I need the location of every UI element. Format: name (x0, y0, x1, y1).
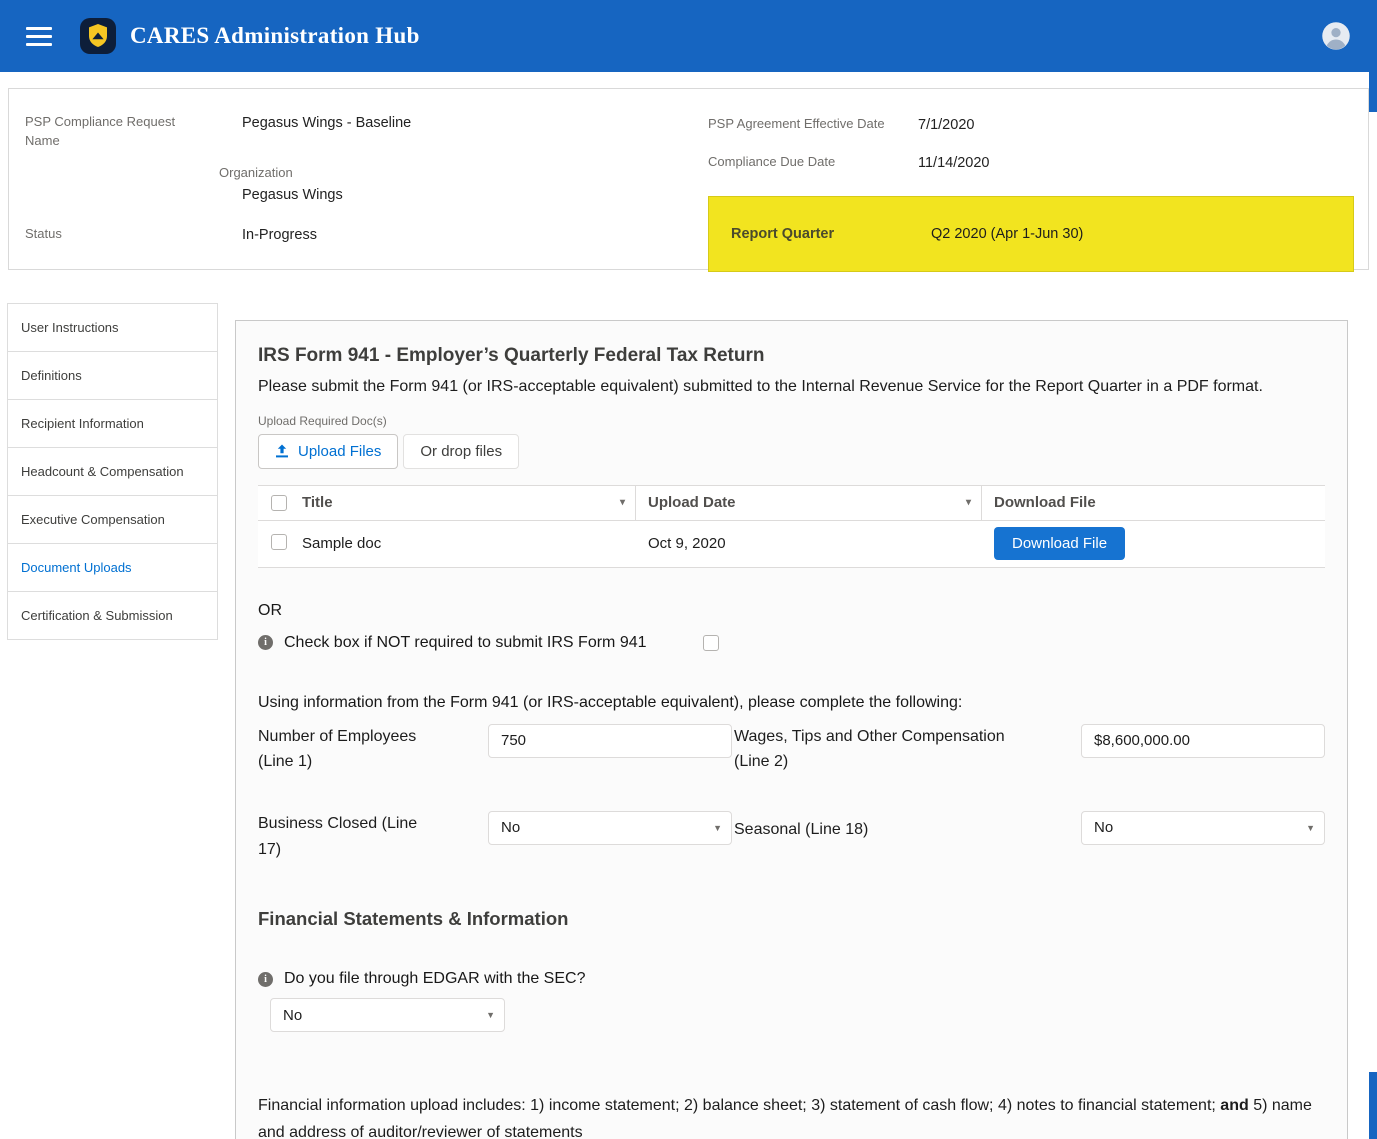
chevron-down-icon[interactable]: ▾ (620, 497, 625, 508)
select-value: No (283, 1007, 302, 1024)
status-label: Status (25, 225, 242, 245)
select-value: No (1094, 819, 1113, 836)
app-title: CARES Administration Hub (130, 23, 420, 49)
user-avatar-button[interactable] (1321, 21, 1351, 51)
seasonal-select[interactable]: No ▼ (1081, 811, 1325, 845)
info-icon[interactable]: i (258, 635, 273, 650)
column-header-download-file: Download File (994, 494, 1096, 511)
complete-following-label: Using information from the Form 941 (or … (258, 694, 1325, 712)
or-label: OR (258, 602, 1325, 620)
form-941-heading: IRS Form 941 - Employer’s Quarterly Fede… (258, 345, 1325, 367)
upload-files-label: Upload Files (298, 443, 381, 460)
table-header-row: Title ▾ Upload Date ▾ Download File (258, 485, 1325, 521)
row-checkbox[interactable] (271, 534, 287, 550)
effective-date-value: 7/1/2020 (918, 115, 974, 135)
due-date-value: 11/14/2020 (918, 153, 990, 173)
not-required-label: Check box if NOT required to submit IRS … (284, 634, 647, 652)
top-navigation-bar: CARES Administration Hub (0, 0, 1377, 72)
organization-value: Pegasus Wings (242, 185, 343, 205)
sidebar-item-label: Headcount & Compensation (21, 464, 184, 479)
hamburger-menu-button[interactable] (26, 27, 52, 46)
uploaded-docs-table: Title ▾ Upload Date ▾ Download File Samp… (258, 485, 1325, 568)
sidebar-item-definitions[interactable]: Definitions (7, 352, 218, 400)
column-header-upload-date: Upload Date (648, 494, 736, 511)
sidebar-item-label: Recipient Information (21, 416, 144, 431)
column-header-title: Title (302, 494, 333, 511)
business-closed-label: Business Closed (Line 17) (258, 811, 433, 862)
scrollbar-thumb[interactable] (1369, 72, 1377, 112)
shield-icon (80, 18, 116, 54)
report-quarter-highlight: Report Quarter Q2 2020 (Apr 1-Jun 30) (708, 196, 1354, 272)
chevron-down-icon[interactable]: ▾ (966, 497, 971, 508)
table-row: Sample doc Oct 9, 2020 Download File (258, 521, 1325, 568)
hamburger-icon (26, 27, 52, 30)
not-required-checkbox[interactable] (703, 635, 719, 651)
doc-title-cell: Sample doc (298, 535, 636, 552)
wages-label: Wages, Tips and Other Compensation (Line… (734, 724, 1024, 775)
app-logo (80, 18, 116, 54)
drop-files-zone[interactable]: Or drop files (403, 434, 519, 469)
sidebar-item-certification-submission[interactable]: Certification & Submission (7, 592, 218, 640)
note-text: Financial information upload includes: 1… (258, 1097, 1220, 1114)
edgar-question-label: Do you file through EDGAR with the SEC? (284, 970, 585, 988)
sidebar-item-headcount-compensation[interactable]: Headcount & Compensation (7, 448, 218, 496)
sidebar-item-label: Certification & Submission (21, 608, 173, 623)
employees-input[interactable] (488, 724, 732, 758)
scrollbar-thumb[interactable] (1369, 1072, 1377, 1139)
note-text-bold: and (1220, 1097, 1248, 1114)
due-date-label: Compliance Due Date (708, 153, 918, 173)
drop-files-label: Or drop files (420, 443, 502, 460)
section-sidebar: User Instructions Definitions Recipient … (7, 303, 218, 640)
seasonal-label: Seasonal (Line 18) (734, 811, 1024, 843)
app-screen: CARES Administration Hub PSP Compliance … (0, 0, 1377, 1139)
employees-label: Number of Employees (Line 1) (258, 724, 433, 775)
request-name-value: Pegasus Wings - Baseline (242, 113, 411, 151)
report-quarter-value: Q2 2020 (Apr 1-Jun 30) (931, 226, 1083, 242)
sidebar-item-user-instructions[interactable]: User Instructions (7, 304, 218, 352)
upload-files-button[interactable]: Upload Files (258, 434, 398, 469)
compliance-request-card: PSP Compliance Request Name Pegasus Wing… (8, 88, 1369, 270)
download-file-button[interactable]: Download File (994, 527, 1125, 560)
sidebar-item-label: Executive Compensation (21, 512, 165, 527)
sidebar-item-recipient-information[interactable]: Recipient Information (7, 400, 218, 448)
sidebar-item-executive-compensation[interactable]: Executive Compensation (7, 496, 218, 544)
hamburger-icon (26, 43, 52, 46)
upload-icon (275, 444, 289, 458)
sidebar-item-label: Document Uploads (21, 560, 132, 575)
financial-upload-note: Financial information upload includes: 1… (258, 1092, 1325, 1139)
user-icon (1321, 21, 1351, 51)
form-941-description: Please submit the Form 941 (or IRS-accep… (258, 375, 1325, 400)
effective-date-label: PSP Agreement Effective Date (708, 115, 918, 135)
select-all-checkbox[interactable] (271, 495, 287, 511)
sidebar-item-label: User Instructions (21, 320, 119, 335)
organization-label: Organization (219, 165, 343, 180)
select-value: No (501, 819, 520, 836)
edgar-select[interactable]: No ▼ (270, 998, 505, 1032)
sidebar-item-label: Definitions (21, 368, 82, 383)
financial-statements-heading: Financial Statements & Information (258, 908, 1325, 930)
document-uploads-panel: IRS Form 941 - Employer’s Quarterly Fede… (235, 320, 1348, 1139)
wages-input[interactable] (1081, 724, 1325, 758)
chevron-down-icon: ▼ (486, 1010, 495, 1020)
chevron-down-icon: ▼ (713, 823, 722, 833)
hamburger-icon (26, 35, 52, 38)
upload-date-cell: Oct 9, 2020 (636, 535, 982, 552)
request-name-label: PSP Compliance Request Name (25, 113, 242, 151)
status-value: In-Progress (242, 225, 317, 245)
chevron-down-icon: ▼ (1306, 823, 1315, 833)
upload-required-label: Upload Required Doc(s) (258, 414, 1325, 428)
info-icon[interactable]: i (258, 972, 273, 987)
business-closed-select[interactable]: No ▼ (488, 811, 732, 845)
report-quarter-label: Report Quarter (731, 226, 931, 242)
sidebar-item-document-uploads[interactable]: Document Uploads (7, 544, 218, 592)
